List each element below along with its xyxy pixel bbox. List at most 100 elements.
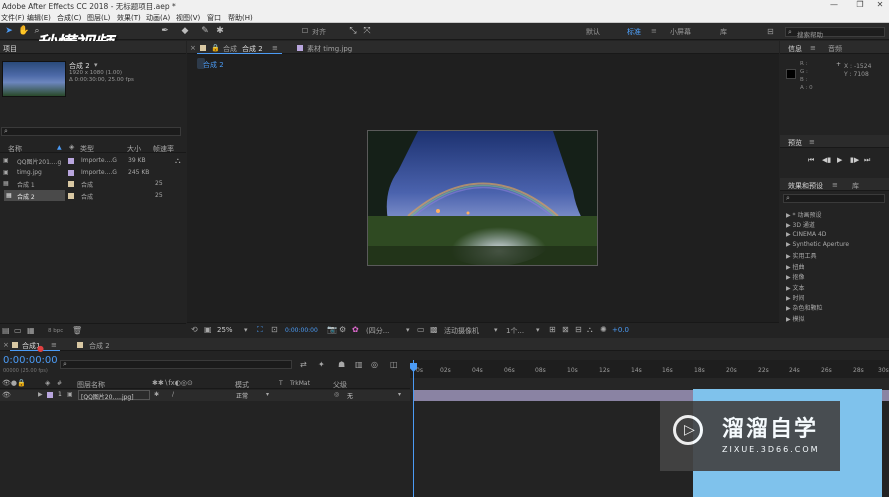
exposure-value[interactable]: +0.0 [612,326,629,334]
close-tab-icon[interactable]: × [190,44,196,52]
channel-icon[interactable]: ✿ [352,325,359,334]
effects-item[interactable]: ▶ 扭曲 [786,262,805,271]
maximize-button[interactable]: ❐ [853,0,867,11]
layer-name-field[interactable]: [QQ图片20.....jpg] [78,390,150,401]
snap-checkbox[interactable]: ☐ [300,26,310,36]
tab-menu-icon[interactable]: ≡ [51,341,57,349]
project-row[interactable]: ▣ QQ图片201....g Importe....G 39 KB [0,155,186,166]
zoom-dropdown-icon[interactable]: ▾ [244,326,248,334]
minimize-button[interactable]: — [827,0,841,11]
tab-menu-icon[interactable]: ≡ [272,44,278,52]
help-search-input[interactable]: ⌕ 搜索帮助 [785,27,885,39]
transparency-grid-icon[interactable]: ▩ [430,325,438,334]
timeline-search-input[interactable]: ⌕ [60,360,292,369]
snapshot-frame-icon[interactable]: ⊡ [271,325,278,334]
menu-composition[interactable]: 合成(C) [57,13,81,23]
menu-window[interactable]: 窗口 [207,13,221,23]
next-frame-icon[interactable]: ▮▶ [850,156,859,164]
effects-item[interactable]: ▶ CINEMA 4D [786,231,826,238]
menu-layer[interactable]: 图层(L) [87,13,110,23]
workspace-small-screen[interactable]: 小屏幕 [670,27,691,37]
layer-label-swatch[interactable] [47,392,53,398]
zoom-value[interactable]: 25% [217,326,233,334]
layer-name-header[interactable]: 图层名称 [77,380,105,390]
effects-item[interactable]: ▶ 实用工具 [786,251,817,260]
effects-item[interactable]: ▶ 模拟 [786,314,805,323]
timeline-icon[interactable]: ⊟ [575,325,582,334]
camera-icon[interactable]: 📷 [327,325,337,334]
first-frame-icon[interactable]: ⏮ [808,156,814,165]
comp-mini-flowchart-icon[interactable]: ⇄ [300,360,307,369]
label-swatch[interactable] [68,170,74,176]
col-name[interactable]: 名称 [8,144,22,154]
motion-blur-icon[interactable]: ◎ [371,360,378,369]
views-select[interactable]: 1个... [506,326,524,336]
camera-dropdown-icon[interactable]: ▾ [494,326,498,334]
workspace-standard[interactable]: 标准 [627,27,641,37]
workspace-menu-icon[interactable]: ≡ [651,27,657,35]
new-composition-icon[interactable]: ▦ [27,326,35,335]
project-row[interactable]: ▦ 合成 1 合成 25 [0,178,186,189]
library-tab[interactable]: 库 [852,181,859,191]
menu-view[interactable]: 视图(V) [176,13,200,23]
effects-item[interactable]: ▶ Synthetic Aperture [786,241,849,248]
mode-header[interactable]: 模式 [235,380,249,390]
audio-tab[interactable]: 音频 [828,44,842,54]
timeline-timecode[interactable]: 0:00:00:00 [3,355,58,366]
effects-item[interactable]: ▶ 杂色和颗粒 [786,303,823,312]
col-type[interactable]: 类型 [80,144,94,154]
pickwhip-icon[interactable]: ◎ [334,391,339,398]
effects-item[interactable]: ▶ 3D 通道 [786,220,815,229]
tab-menu-icon[interactable]: ≡ [810,44,816,52]
camera-select[interactable]: 活动摄像机 [444,326,479,336]
timeline-tab-2[interactable]: 合成 2 [89,341,110,351]
label-swatch[interactable] [68,158,74,164]
pen-tool-icon[interactable]: ✒ [160,26,170,36]
eraser-tool-icon[interactable]: ◆ [180,26,190,36]
safe-zones-icon[interactable]: ⛶ [257,325,263,335]
mode-dropdown-icon[interactable]: ▾ [266,391,269,398]
puppet-pin-icon[interactable]: ✱ [215,26,225,36]
new-folder-icon[interactable]: ▭ [14,326,22,335]
layer-row[interactable]: 👁 ▶ 1 ▣ [QQ图片20.....jpg] ✱ / 正常 ▾ ◎ 无 ▾ [0,390,410,401]
col-size[interactable]: 大小 [127,144,141,154]
effects-search-input[interactable]: ⌕ [783,194,885,203]
exposure-icon[interactable]: ✺ [600,325,607,334]
show-snapshot-icon[interactable]: ⚙ [339,325,346,334]
workspace-default[interactable]: 默认 [586,27,600,37]
trkmat-header[interactable]: TrkMat [290,380,310,387]
play-icon[interactable]: ▶ [837,156,842,164]
label-swatch[interactable] [68,181,74,187]
toggle-pixel-icon[interactable]: ⊞ [549,325,556,334]
views-dropdown-icon[interactable]: ▾ [536,326,540,334]
graph-editor-icon[interactable]: ◫ [390,360,398,369]
close-button[interactable]: ✕ [873,0,887,11]
info-tab[interactable]: 信息 [788,44,802,54]
resolution-select[interactable]: (四分... [366,326,389,336]
project-row-selected[interactable]: ▦ 合成 2 合成 25 [0,190,186,201]
lock-icon[interactable]: 🔒 [211,44,220,52]
collapse-switch-icon[interactable]: ✱ [154,391,159,398]
last-frame-icon[interactable]: ⏭ [864,156,870,165]
tab-menu-icon[interactable]: ≡ [809,138,815,146]
project-row[interactable]: ▣ timg.jpg Importe....G 245 KB [0,167,186,178]
selected-item-dropdown-icon[interactable]: ▾ [94,61,98,69]
effects-item[interactable]: ▶ 抠像 [786,272,805,281]
flowchart-icon[interactable]: ⛬ [587,325,593,335]
prev-frame-icon[interactable]: ◀▮ [822,156,831,164]
delete-icon[interactable]: 🗑 [72,326,82,335]
effects-item[interactable]: ▶ 时间 [786,293,805,302]
footage-tab[interactable]: 素材 timg.jpg [307,44,352,54]
draft-3d-icon[interactable]: ✦ [318,360,325,369]
menu-effect[interactable]: 效果(T) [117,13,141,23]
tab-menu-icon[interactable]: ≡ [832,181,838,189]
layer-mode[interactable]: 正常 [236,391,248,400]
visibility-icon[interactable]: 👁 [2,391,11,399]
expand-arrow-icon[interactable]: ▶ [38,391,43,398]
snap-icon[interactable]: ⤡ [348,26,358,36]
menu-file[interactable]: 文件(F) [1,13,25,23]
bpc-label[interactable]: 8 bpc [48,328,63,334]
close-tab-icon[interactable]: × [3,341,9,349]
effects-item[interactable]: ▶ * 动画预设 [786,210,821,219]
current-timecode[interactable]: 0:00:00:00 [285,327,318,334]
